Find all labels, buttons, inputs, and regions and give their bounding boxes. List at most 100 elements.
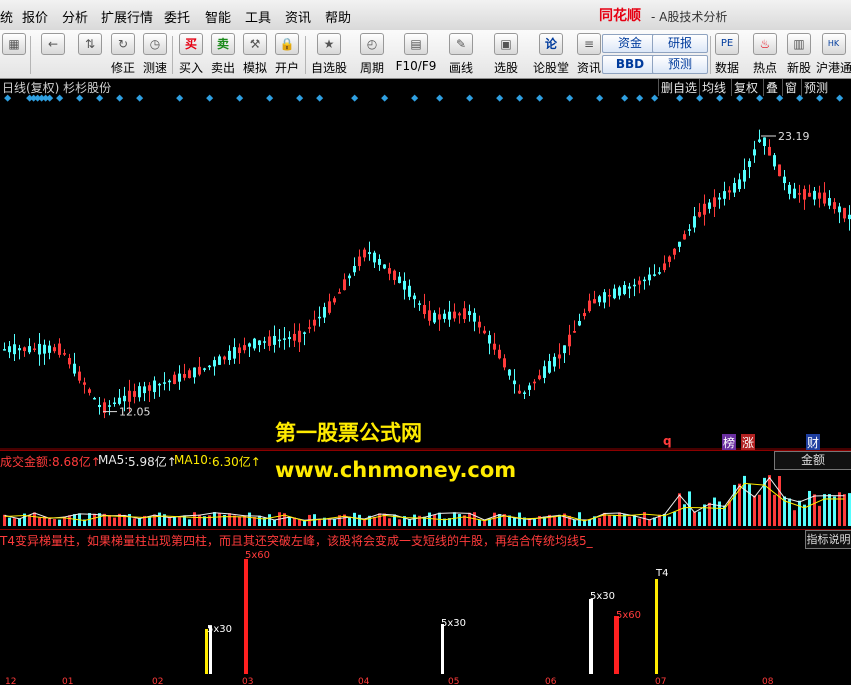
indicator-bar: [244, 559, 248, 674]
volume-bar: [768, 475, 771, 526]
candle-body: [293, 333, 296, 341]
forum-label: 论股堂: [532, 61, 569, 75]
candle-body: [333, 298, 336, 303]
candle-body: [53, 347, 56, 352]
research-button[interactable]: 研报: [652, 34, 708, 53]
candle-body: [13, 344, 16, 355]
volume-bar: [808, 490, 811, 526]
up-down-arrow-icon: ⇅: [78, 33, 102, 55]
newstock-icon: ▥: [787, 33, 811, 55]
candle-body: [773, 155, 776, 167]
toolbar-separator: [172, 36, 173, 74]
stopwatch-icon: ◷: [143, 33, 167, 55]
candle-body: [843, 207, 846, 219]
simulate-button[interactable]: ⚒ 模拟: [240, 33, 270, 75]
candle-body: [383, 264, 386, 269]
candle-body: [828, 198, 831, 206]
candle-body: [523, 392, 526, 394]
bbd-button[interactable]: BBD: [602, 55, 658, 74]
menu-smart[interactable]: 智能: [205, 7, 231, 26]
marker-q[interactable]: q: [663, 434, 672, 448]
up-down-button[interactable]: ⇅: [76, 33, 104, 75]
candle-body: [48, 345, 51, 353]
candle-body: [743, 169, 746, 182]
candle-body: [233, 347, 236, 359]
volume-bar: [673, 511, 676, 526]
candle-body: [488, 335, 491, 344]
volume-bar: [433, 514, 436, 526]
volume-bar: [273, 519, 276, 526]
candle-body: [548, 361, 551, 373]
volume-bar: [493, 512, 496, 526]
candle-body: [573, 331, 576, 333]
candle-body: [38, 343, 41, 355]
marker-finance[interactable]: 财: [806, 434, 821, 451]
data-button[interactable]: PE 数据: [712, 33, 742, 75]
stock-picker-button[interactable]: ▣ 选股: [486, 33, 526, 75]
speed-test-button[interactable]: ◷ 测速: [140, 33, 170, 75]
candle-body: [23, 347, 26, 352]
buy-button[interactable]: 买 买入: [176, 33, 206, 75]
sell-button[interactable]: 卖 卖出: [208, 33, 238, 75]
event-diamond-icon: [466, 94, 474, 102]
candle-body: [818, 192, 821, 199]
data-label: 数据: [714, 61, 739, 75]
hotspot-button[interactable]: ♨ 热点: [750, 33, 780, 75]
candle-body: [8, 346, 11, 353]
menu-analysis[interactable]: 分析: [62, 7, 88, 26]
news-button[interactable]: ≡ 资讯: [574, 33, 604, 75]
grid-icon: ▦: [2, 33, 26, 55]
volume-bar: [13, 518, 16, 526]
period-button[interactable]: ◴ 周期: [354, 33, 390, 75]
new-stock-label: 新股: [786, 61, 811, 75]
candle-body: [258, 340, 261, 346]
candle-body: [318, 316, 321, 319]
candle-body: [243, 345, 246, 351]
candle-body: [268, 336, 271, 346]
candlestick-chart[interactable]: 23.19 12.05: [0, 94, 851, 450]
new-stock-button[interactable]: ▥ 新股: [784, 33, 814, 75]
volume-bar: [478, 519, 481, 526]
candle-body: [288, 337, 291, 340]
candle-body: [478, 321, 481, 328]
volume-bar: [168, 517, 171, 526]
volume-bar: [588, 519, 591, 526]
event-diamond-icon: [96, 94, 104, 102]
volume-bar: [468, 512, 471, 526]
volume-bar: [453, 512, 456, 526]
marker-limit-up[interactable]: 涨: [741, 434, 756, 451]
candle-body: [283, 338, 286, 340]
menu-system[interactable]: 统: [0, 7, 13, 26]
fix-button[interactable]: ↻ 修正: [108, 33, 138, 75]
menu-entrust[interactable]: 委托: [164, 7, 190, 26]
forecast-button[interactable]: 预测: [652, 55, 708, 74]
f10-button[interactable]: ▤ F10/F9: [394, 33, 438, 75]
marker-ranking[interactable]: 榜: [722, 434, 737, 451]
menu-news[interactable]: 资讯: [285, 7, 311, 26]
volume-bar: [28, 515, 31, 526]
draw-line-button[interactable]: ✎ 画线: [442, 33, 480, 75]
menu-quote[interactable]: 报价: [22, 7, 48, 26]
candle-body: [193, 367, 196, 378]
candle-body: [108, 405, 111, 407]
event-diamond-icon: [56, 94, 64, 102]
volume-bar: [68, 515, 71, 526]
volume-bar: [633, 515, 636, 526]
volume-bar: [238, 516, 241, 526]
menu-help[interactable]: 帮助: [325, 7, 351, 26]
hk-link-icon: HK: [821, 33, 846, 55]
open-account-button[interactable]: 🔒 开户: [272, 33, 302, 75]
capital-button[interactable]: 资金: [602, 34, 658, 53]
hk-connect-button[interactable]: HK 沪港通: [816, 33, 851, 75]
menu-extended-market[interactable]: 扩展行情: [101, 7, 153, 26]
hammer-icon: ⚒: [243, 33, 267, 55]
pencil-icon: ✎: [449, 33, 473, 55]
grid-layout-button[interactable]: ▦: [0, 33, 28, 75]
volume-bar: [693, 511, 696, 526]
forum-button[interactable]: 论 论股堂: [530, 33, 572, 75]
back-button[interactable]: ←: [36, 33, 70, 75]
menu-tools[interactable]: 工具: [245, 7, 271, 26]
watchlist-button[interactable]: ★ 自选股: [308, 33, 350, 75]
candle-body: [323, 307, 326, 318]
event-diamond-icon: [596, 94, 604, 102]
